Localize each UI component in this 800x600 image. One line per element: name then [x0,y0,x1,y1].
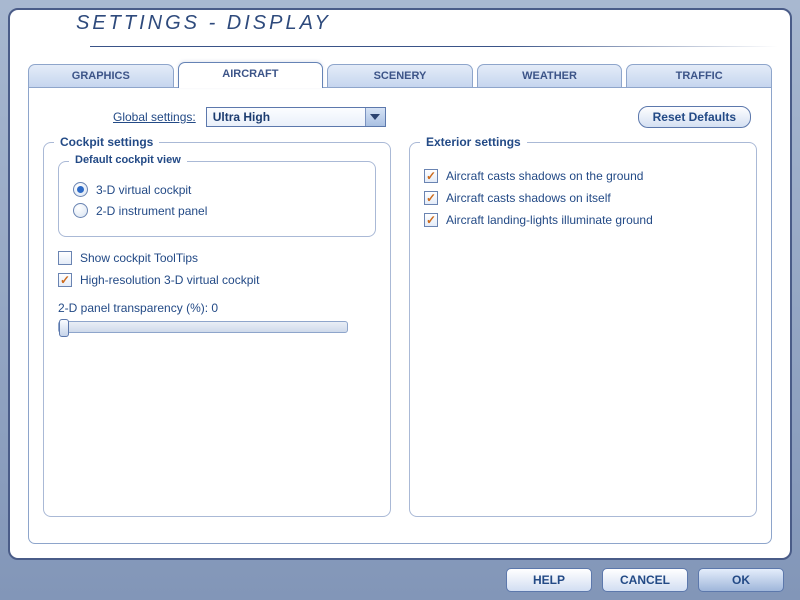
tab-panel-aircraft: Global settings: Ultra High Reset Defaul… [28,87,772,544]
slider-label-text: 2-D panel transparency (%): [58,301,211,315]
checkbox-show-tooltips[interactable]: Show cockpit ToolTips [58,251,376,265]
checkbox-icon [424,213,438,227]
checkbox-icon [58,251,72,265]
checkbox-hires-cockpit[interactable]: High-resolution 3-D virtual cockpit [58,273,376,287]
panel-transparency-slider[interactable] [58,321,348,333]
radio-icon [73,203,88,218]
content-area: GRAPHICS AIRCRAFT SCENERY WEATHER TRAFFI… [28,62,772,544]
tab-aircraft[interactable]: AIRCRAFT [178,62,324,88]
global-settings-label: Global settings: [113,110,196,124]
global-settings-row: Global settings: Ultra High Reset Defaul… [43,106,757,128]
shadow-ground-label: Aircraft casts shadows on the ground [446,169,643,183]
show-tooltips-label: Show cockpit ToolTips [80,251,198,265]
chevron-down-icon [365,108,385,126]
slider-thumb[interactable] [59,319,69,337]
global-settings-value: Ultra High [213,110,270,124]
bottom-button-bar: HELP CANCEL OK [506,568,784,592]
checkbox-icon [58,273,72,287]
cockpit-group-label: Cockpit settings [54,135,159,149]
tab-graphics[interactable]: GRAPHICS [28,64,174,88]
window-title: SETTINGS - DISPLAY [76,12,331,34]
radio-2d-label: 2-D instrument panel [96,204,207,218]
exterior-group-label: Exterior settings [420,135,527,149]
default-cockpit-view-label: Default cockpit view [69,154,187,166]
global-settings-select[interactable]: Ultra High [206,107,386,127]
radio-3d-cockpit[interactable]: 3-D virtual cockpit [73,182,361,197]
settings-window: SETTINGS - DISPLAY GRAPHICS AIRCRAFT SCE… [8,8,792,560]
title-area: SETTINGS - DISPLAY [28,8,347,40]
cockpit-settings-group: Cockpit settings Default cockpit view 3-… [43,142,391,517]
tab-weather[interactable]: WEATHER [477,64,623,88]
checkbox-landing-lights[interactable]: Aircraft landing-lights illuminate groun… [424,213,742,227]
radio-3d-label: 3-D virtual cockpit [96,183,191,197]
tab-scenery[interactable]: SCENERY [327,64,473,88]
exterior-settings-group: Exterior settings Aircraft casts shadows… [409,142,757,517]
cancel-button[interactable]: CANCEL [602,568,688,592]
landing-lights-label: Aircraft landing-lights illuminate groun… [446,213,653,227]
slider-value: 0 [211,301,218,315]
help-button[interactable]: HELP [506,568,592,592]
default-cockpit-view-group: Default cockpit view 3-D virtual cockpit… [58,161,376,237]
shadow-self-label: Aircraft casts shadows on itself [446,191,611,205]
title-underline [90,46,778,47]
checkbox-icon [424,191,438,205]
ok-button[interactable]: OK [698,568,784,592]
tab-traffic[interactable]: TRAFFIC [626,64,772,88]
reset-defaults-button[interactable]: Reset Defaults [638,106,751,128]
panel-transparency-label: 2-D panel transparency (%): 0 [58,301,376,315]
checkbox-shadow-ground[interactable]: Aircraft casts shadows on the ground [424,169,742,183]
radio-2d-panel[interactable]: 2-D instrument panel [73,203,361,218]
hires-label: High-resolution 3-D virtual cockpit [80,273,259,287]
checkbox-shadow-self[interactable]: Aircraft casts shadows on itself [424,191,742,205]
settings-columns: Cockpit settings Default cockpit view 3-… [43,142,757,517]
radio-icon [73,182,88,197]
checkbox-icon [424,169,438,183]
tab-bar: GRAPHICS AIRCRAFT SCENERY WEATHER TRAFFI… [28,62,772,88]
